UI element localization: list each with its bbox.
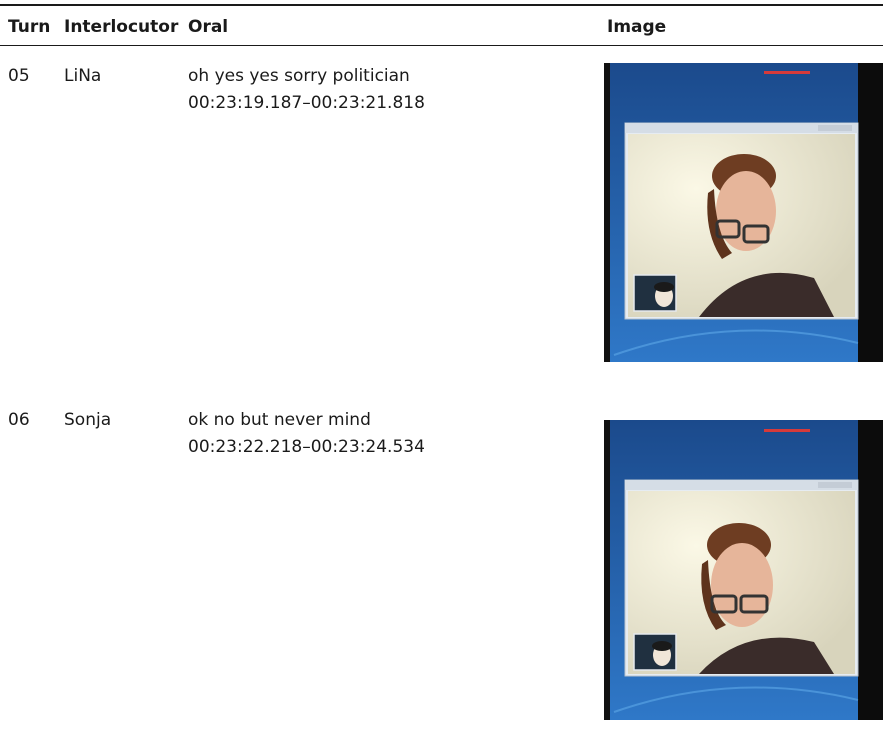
video-call-screenshot <box>604 420 883 720</box>
header-oral: Oral <box>188 17 229 37</box>
table-top-rule <box>0 4 883 6</box>
turn-number: 06 <box>8 410 30 430</box>
interlocutor-name: Sonja <box>64 410 112 430</box>
video-call-screenshot <box>604 63 883 362</box>
header-interlocutor: Interlocutor <box>64 17 179 37</box>
header-turn: Turn <box>8 17 51 37</box>
table-header-rule <box>0 45 883 46</box>
timecode: 00:23:22.218–00:23:24.534 <box>188 437 425 457</box>
turn-number: 05 <box>8 66 30 86</box>
oral-utterance: oh yes yes sorry politician <box>188 66 410 86</box>
header-image: Image <box>607 17 667 37</box>
timecode: 00:23:19.187–00:23:21.818 <box>188 93 425 113</box>
oral-utterance: ok no but never mind <box>188 410 371 430</box>
interlocutor-name: LiNa <box>64 66 102 86</box>
